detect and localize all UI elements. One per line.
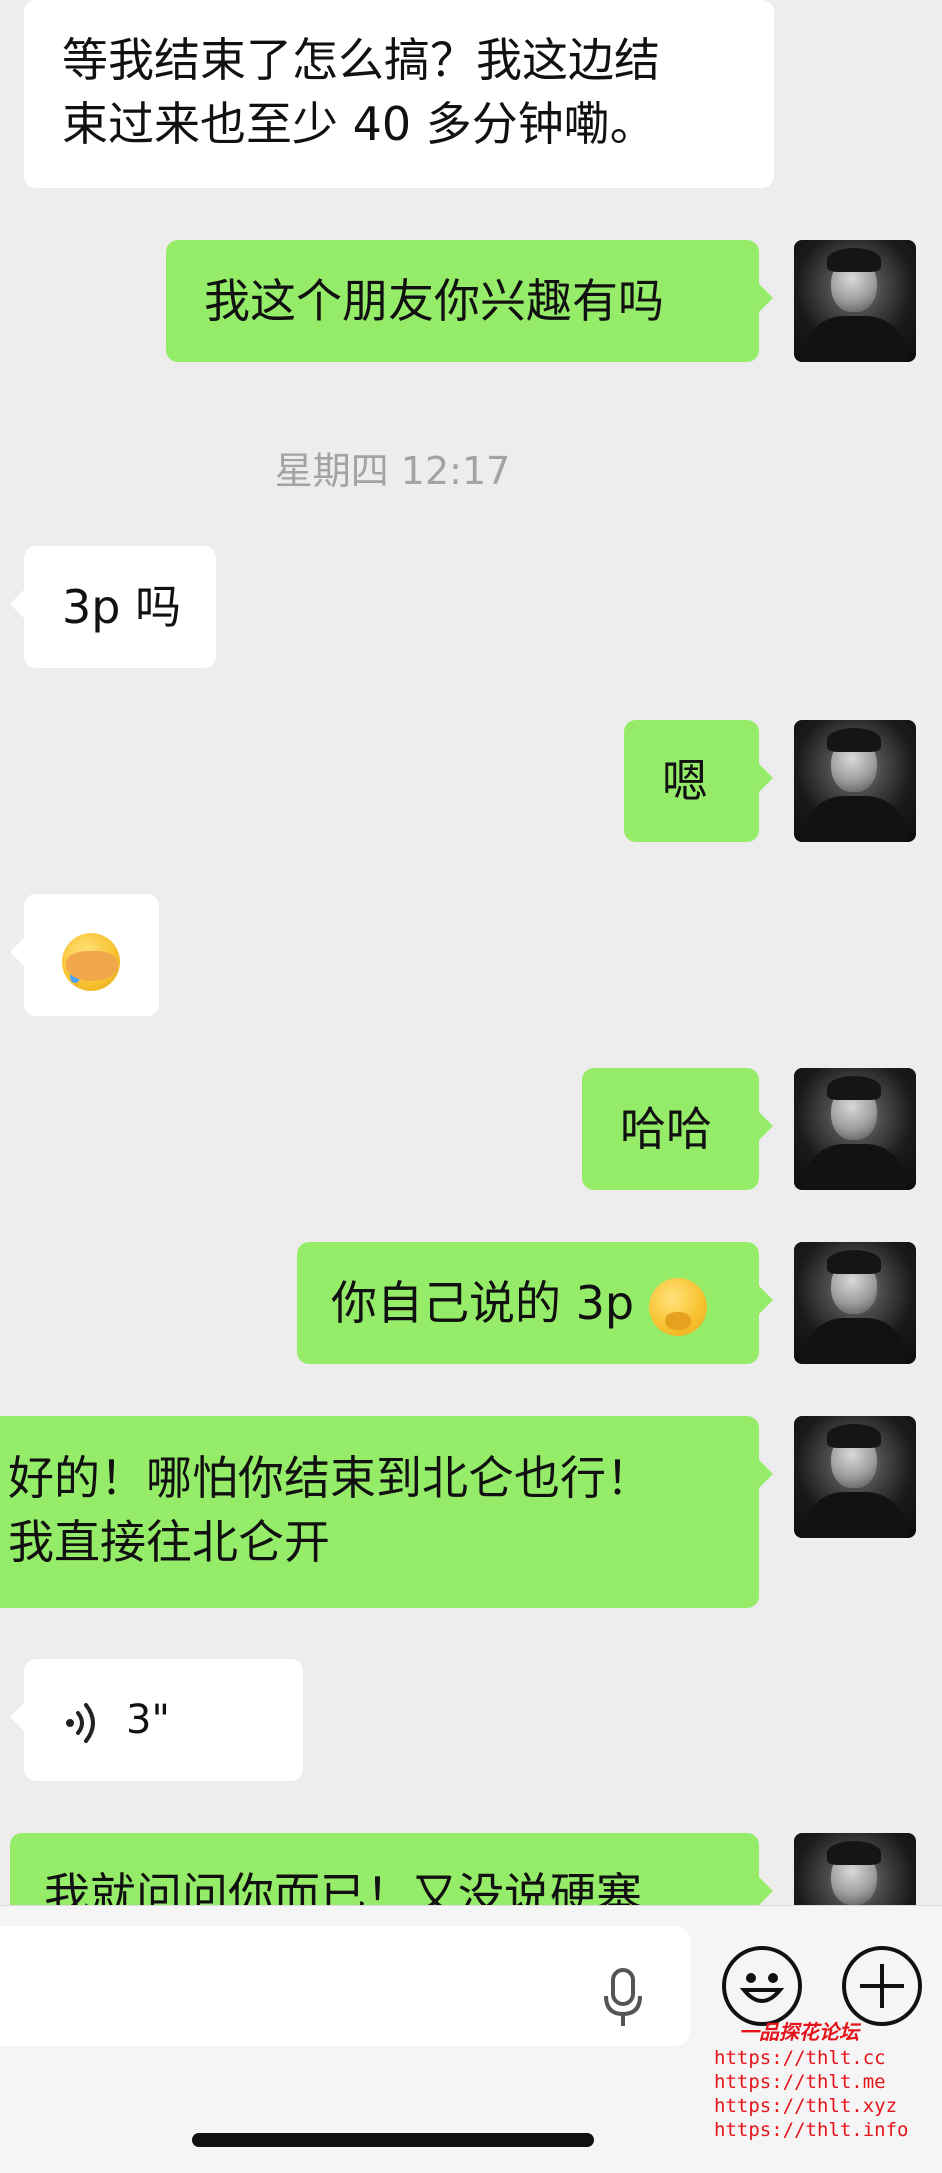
facepalm-emoji-icon xyxy=(62,932,120,991)
message-incoming[interactable]: 3p 吗 xyxy=(10,546,216,668)
watermark-url: https://thlt.cc xyxy=(714,2047,886,2069)
message-incoming[interactable] xyxy=(10,894,159,1016)
message-text: 哈哈 xyxy=(620,1102,712,1156)
voice-duration: 3" xyxy=(126,1697,170,1743)
emoji-face-icon xyxy=(739,1973,785,2003)
message-input[interactable] xyxy=(0,1926,690,2046)
message-text: 我直接往北仑开 xyxy=(8,1515,330,1569)
message-outgoing[interactable]: 嗯 xyxy=(624,720,773,842)
watermark: 一品探花论坛 https://thlt.cc https://thlt.me h… xyxy=(714,2018,909,2142)
avatar[interactable] xyxy=(794,1833,916,1905)
watermark-url: https://thlt.me xyxy=(714,2071,886,2093)
avatar[interactable] xyxy=(794,1416,916,1538)
message-outgoing[interactable]: 哈哈 xyxy=(582,1068,773,1190)
message-outgoing[interactable]: 好的！哪怕你结束到北仑也行！ 我直接往北仑开 xyxy=(0,1416,773,1608)
chat-history[interactable]: 等我结束了怎么搞？我这边结 束过来也至少 40 多分钟嘞。 我这个朋友你兴趣有吗… xyxy=(0,0,942,1905)
voice-message[interactable]: 3" xyxy=(10,1659,303,1781)
thinking-emoji-icon xyxy=(648,1277,707,1336)
message-text: 嗯 xyxy=(662,754,708,808)
watermark-title: 一品探花论坛 xyxy=(739,2020,859,2044)
plus-icon xyxy=(860,1964,904,2008)
avatar[interactable] xyxy=(794,1068,916,1190)
message-text: 好的！哪怕你结束到北仑也行！ xyxy=(8,1451,652,1505)
watermark-url: https://thlt.xyz xyxy=(714,2095,898,2117)
message-text: 束过来也至少 40 多分钟嘞。 xyxy=(62,97,656,151)
home-indicator[interactable] xyxy=(192,2133,594,2147)
avatar[interactable] xyxy=(794,1242,916,1364)
message-outgoing[interactable]: 我就问问你而已！又没说硬塞 xyxy=(10,1833,773,1905)
more-button[interactable] xyxy=(842,1946,922,2026)
message-text: 等我结束了怎么搞？我这边结 xyxy=(62,33,660,87)
message-incoming[interactable]: 等我结束了怎么搞？我这边结 束过来也至少 40 多分钟嘞。 xyxy=(24,0,774,188)
voice-wave-icon xyxy=(62,1697,102,1743)
message-outgoing[interactable]: 我这个朋友你兴趣有吗 xyxy=(166,240,773,362)
message-text: 我这个朋友你兴趣有吗 xyxy=(204,274,664,328)
avatar[interactable] xyxy=(794,720,916,842)
message-outgoing[interactable]: 你自己说的 3p xyxy=(297,1242,773,1364)
mic-icon[interactable] xyxy=(602,1968,644,2028)
avatar[interactable] xyxy=(794,240,916,362)
message-text: 3p 吗 xyxy=(62,580,182,634)
watermark-url: https://thlt.info xyxy=(714,2119,909,2141)
message-text: 你自己说的 3p xyxy=(331,1276,635,1330)
timestamp: 星期四 12:17 xyxy=(274,449,511,493)
emoji-button[interactable] xyxy=(722,1946,802,2026)
message-text: 我就问问你而已！又没说硬塞 xyxy=(44,1868,642,1905)
